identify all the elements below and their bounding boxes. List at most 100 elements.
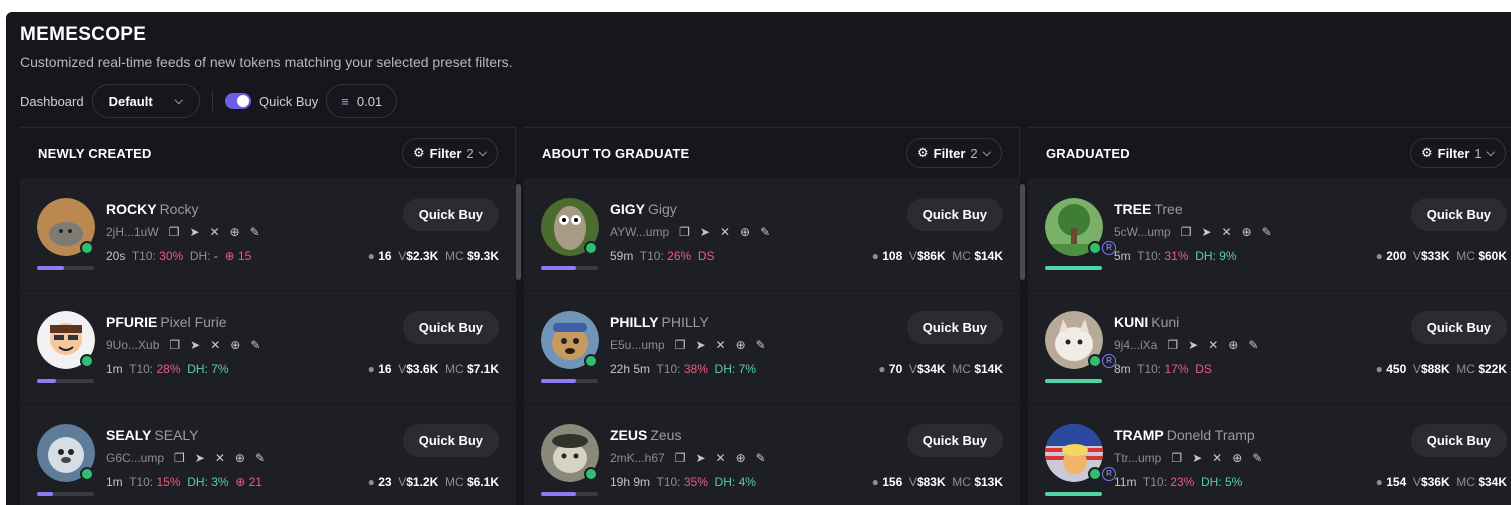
top10-value: 26% bbox=[667, 249, 692, 263]
x-icon[interactable]: ✕ bbox=[215, 451, 225, 465]
holders-icon: ● bbox=[878, 362, 886, 376]
quick-buy-button[interactable]: Quick Buy bbox=[1410, 311, 1507, 344]
quick-buy-toggle[interactable] bbox=[225, 93, 252, 109]
copy-icon[interactable]: ❐ bbox=[675, 338, 686, 352]
telegram-icon[interactable]: ➤ bbox=[190, 338, 200, 352]
copy-icon[interactable]: ❐ bbox=[675, 451, 686, 465]
copy-icon[interactable]: ❐ bbox=[1181, 225, 1192, 239]
globe-icon[interactable]: ⊕ bbox=[235, 451, 245, 465]
telegram-icon[interactable]: ➤ bbox=[189, 225, 199, 239]
quick-buy-button[interactable]: Quick Buy bbox=[906, 424, 1003, 457]
pill-icon[interactable]: ✎ bbox=[1248, 338, 1258, 352]
pill-icon[interactable]: ✎ bbox=[760, 225, 770, 239]
token-address-row: 2jH...1uW ❐ ➤ ✕ ⊕ ✎ bbox=[106, 225, 260, 239]
copy-icon[interactable]: ❐ bbox=[1171, 451, 1182, 465]
telegram-icon[interactable]: ➤ bbox=[695, 451, 705, 465]
globe-icon[interactable]: ⊕ bbox=[1228, 338, 1238, 352]
token-card[interactable]: ROCKY Rocky 2jH...1uW ❐ ➤ ✕ ⊕ ✎ 20s T10: 30% DH:… bbox=[20, 178, 516, 291]
filter-button[interactable]: ⚙ Filter 2 ⌵ bbox=[401, 138, 498, 168]
pill-icon[interactable]: ✎ bbox=[250, 225, 260, 239]
market-stats: ● 16 V$3.6K MC $7.1K bbox=[367, 362, 499, 376]
token-name[interactable]: ZEUS Zeus bbox=[610, 427, 681, 443]
column-header: GRADUATED ⚙ Filter 1 ⌵ bbox=[1028, 128, 1511, 178]
pill-icon[interactable]: ✎ bbox=[250, 338, 260, 352]
holders-value: 70 bbox=[888, 362, 903, 376]
x-icon[interactable]: ✕ bbox=[720, 225, 730, 239]
pill-icon[interactable]: ✎ bbox=[1252, 451, 1262, 465]
filter-count: 2 bbox=[466, 145, 474, 161]
scrollbar[interactable] bbox=[1020, 184, 1025, 280]
filter-button[interactable]: ⚙ Filter 2 ⌵ bbox=[905, 138, 1002, 168]
token-ticker: PHILLY bbox=[610, 314, 659, 330]
x-icon[interactable]: ✕ bbox=[1212, 451, 1222, 465]
market-stats: ● 108 V$86K MC $14K bbox=[871, 249, 1003, 263]
quick-buy-button[interactable]: Quick Buy bbox=[402, 424, 499, 457]
token-name[interactable]: TREE Tree bbox=[1114, 201, 1183, 217]
pump-badge-icon bbox=[1088, 467, 1102, 481]
filter-button[interactable]: ⚙ Filter 1 ⌵ bbox=[1409, 138, 1506, 168]
telegram-icon[interactable]: ➤ bbox=[195, 451, 205, 465]
quick-buy-button[interactable]: Quick Buy bbox=[1410, 198, 1507, 231]
holders-value: 23 bbox=[378, 475, 392, 489]
telegram-icon[interactable]: ➤ bbox=[700, 225, 710, 239]
token-name[interactable]: PHILLY PHILLY bbox=[610, 314, 709, 330]
quick-buy-button[interactable]: Quick Buy bbox=[906, 311, 1003, 344]
pill-icon[interactable]: ✎ bbox=[756, 338, 766, 352]
telegram-icon[interactable]: ➤ bbox=[1188, 338, 1198, 352]
market-stats: ● 23 V$1.2K MC $6.1K bbox=[367, 475, 499, 489]
column-header: ABOUT TO GRADUATE ⚙ Filter 2 ⌵ bbox=[524, 128, 1020, 178]
globe-icon[interactable]: ⊕ bbox=[740, 225, 750, 239]
token-name[interactable]: TRAMP Doneld Tramp bbox=[1114, 427, 1255, 443]
pump-badge-icon bbox=[80, 241, 94, 255]
scrollbar[interactable] bbox=[516, 184, 521, 280]
quick-buy-button[interactable]: Quick Buy bbox=[402, 311, 499, 344]
column-title: GRADUATED bbox=[1046, 145, 1130, 161]
x-icon[interactable]: ✕ bbox=[1208, 338, 1218, 352]
token-card[interactable]: R TREE Tree 5cW...ump ❐ ➤ ✕ ⊕ ✎ 5m T10: 31% DH: 9… bbox=[1028, 178, 1511, 291]
globe-icon[interactable]: ⊕ bbox=[736, 451, 746, 465]
quick-buy-label: Quick Buy bbox=[259, 93, 319, 109]
telegram-icon[interactable]: ➤ bbox=[1192, 451, 1202, 465]
copy-icon[interactable]: ❐ bbox=[169, 225, 180, 239]
x-icon[interactable]: ✕ bbox=[210, 338, 220, 352]
globe-icon[interactable]: ⊕ bbox=[230, 225, 240, 239]
token-card[interactable]: PFURIE Pixel Furie 9Uo...Xub ❐ ➤ ✕ ⊕ ✎ 1m T10: 2… bbox=[20, 291, 516, 404]
x-icon[interactable]: ✕ bbox=[716, 338, 726, 352]
telegram-icon[interactable]: ➤ bbox=[695, 338, 705, 352]
token-age: 1m bbox=[106, 362, 123, 376]
quick-buy-amount-input[interactable]: ≡ 0.01 bbox=[326, 84, 398, 118]
token-name[interactable]: ROCKY Rocky bbox=[106, 201, 198, 217]
token-card[interactable]: ZEUS Zeus 2mK...h67 ❐ ➤ ✕ ⊕ ✎ 19h 9m T10: 35% DH… bbox=[524, 404, 1020, 505]
x-icon[interactable]: ✕ bbox=[210, 225, 220, 239]
quick-buy-button[interactable]: Quick Buy bbox=[402, 198, 499, 231]
token-card[interactable]: SEALY SEALY G6C...ump ❐ ➤ ✕ ⊕ ✎ 1m T10: 15% DH: … bbox=[20, 404, 516, 505]
copy-icon[interactable]: ❐ bbox=[1167, 338, 1178, 352]
token-name[interactable]: KUNI Kuni bbox=[1114, 314, 1179, 330]
token-fullname: Gigy bbox=[648, 201, 677, 217]
pill-icon[interactable]: ✎ bbox=[756, 451, 766, 465]
telegram-icon[interactable]: ➤ bbox=[1201, 225, 1211, 239]
x-icon[interactable]: ✕ bbox=[1222, 225, 1232, 239]
dashboard-select[interactable]: Default ⌵ bbox=[91, 84, 201, 118]
token-card[interactable]: R TRAMP Doneld Tramp Ttr...ump ❐ ➤ ✕ ⊕ ✎ 11m T10:… bbox=[1028, 404, 1511, 505]
copy-icon[interactable]: ❐ bbox=[679, 225, 690, 239]
token-card[interactable]: GIGY Gigy AYW...ump ❐ ➤ ✕ ⊕ ✎ 59m T10: 26% DS Qui… bbox=[524, 178, 1020, 291]
token-card[interactable]: PHILLY PHILLY E5u...ump ❐ ➤ ✕ ⊕ ✎ 22h 5m T10: 38… bbox=[524, 291, 1020, 404]
x-icon[interactable]: ✕ bbox=[716, 451, 726, 465]
copy-icon[interactable]: ❐ bbox=[169, 338, 180, 352]
top10-value: 23% bbox=[1170, 475, 1195, 489]
globe-icon[interactable]: ⊕ bbox=[1242, 225, 1252, 239]
copy-icon[interactable]: ❐ bbox=[174, 451, 185, 465]
market-cap-value: $14K bbox=[974, 362, 1003, 376]
globe-icon[interactable]: ⊕ bbox=[736, 338, 746, 352]
pill-icon[interactable]: ✎ bbox=[255, 451, 265, 465]
token-name[interactable]: PFURIE Pixel Furie bbox=[106, 314, 226, 330]
quick-buy-button[interactable]: Quick Buy bbox=[1410, 424, 1507, 457]
token-name[interactable]: GIGY Gigy bbox=[610, 201, 677, 217]
token-name[interactable]: SEALY SEALY bbox=[106, 427, 199, 443]
quick-buy-button[interactable]: Quick Buy bbox=[906, 198, 1003, 231]
pill-icon[interactable]: ✎ bbox=[1262, 225, 1272, 239]
token-card[interactable]: R KUNI Kuni 9j4...iXa ❐ ➤ ✕ ⊕ ✎ 8m T10: 17% DS Qui… bbox=[1028, 291, 1511, 404]
globe-icon[interactable]: ⊕ bbox=[230, 338, 240, 352]
globe-icon[interactable]: ⊕ bbox=[1232, 451, 1242, 465]
